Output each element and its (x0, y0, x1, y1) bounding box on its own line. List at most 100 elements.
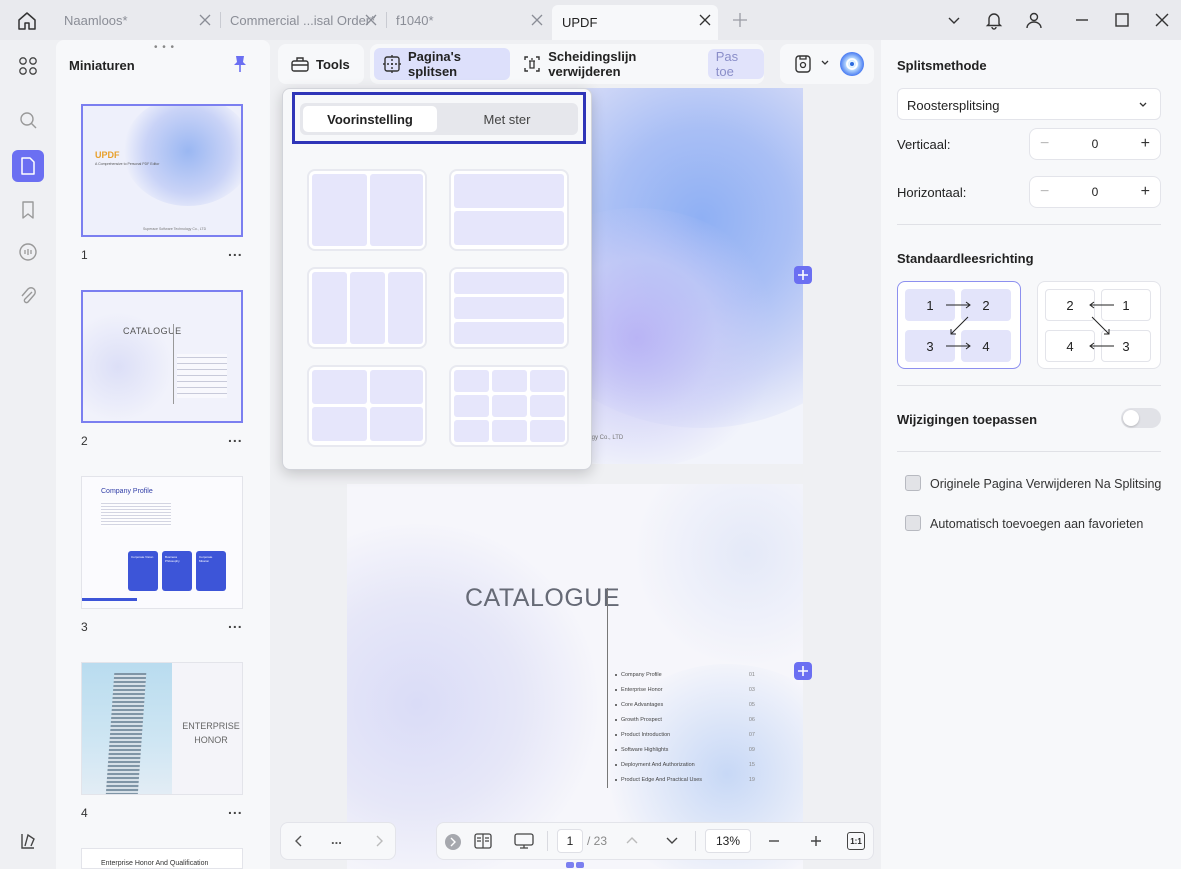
zoom-in-icon[interactable] (809, 834, 823, 848)
thumb-more-button[interactable]: ... (228, 801, 243, 817)
thumb-bar (82, 598, 137, 601)
add-divider-icon[interactable] (794, 266, 812, 284)
nav-bar-left: ... (280, 822, 396, 860)
thumbnail-page-5[interactable]: Enterprise Honor And Qualification (81, 848, 243, 869)
decrement-icon[interactable]: − (1040, 135, 1049, 153)
chevron-down-icon[interactable] (665, 836, 679, 846)
remove-divider-button[interactable]: Scheidingslijn verwijderen (514, 48, 703, 80)
preset-3-columns[interactable] (307, 267, 427, 349)
chevron-down-icon (1138, 100, 1148, 110)
delete-original-checkbox[interactable] (905, 475, 921, 491)
chevron-up-icon[interactable] (625, 835, 639, 845)
thumb-number: 3 (81, 620, 88, 634)
actual-size-button[interactable]: 1:1 (847, 832, 865, 850)
split-pages-button[interactable]: Pagina's splitsen (374, 48, 511, 80)
increment-icon[interactable]: + (1141, 135, 1150, 153)
search-icon[interactable] (16, 108, 40, 132)
drag-handle[interactable]: • • • (154, 42, 175, 53)
preset-3x3-grid[interactable] (449, 365, 569, 447)
maximize-icon[interactable] (1112, 10, 1132, 30)
chevron-left-icon[interactable] (293, 834, 305, 848)
apply-button[interactable]: Pas toe (707, 49, 764, 79)
thumb-heading: ENTERPRISE HONOR (182, 721, 240, 745)
apply-changes-toggle[interactable] (1121, 408, 1161, 428)
comment-icon[interactable] (16, 240, 40, 264)
page-footer: logy Co., LTD (587, 435, 624, 441)
tab-commercial[interactable]: Commercial ...isal Order* (220, 6, 384, 34)
more-button[interactable]: ... (331, 832, 342, 847)
thumb-number: 4 (81, 806, 88, 820)
decrement-icon[interactable]: − (1040, 183, 1049, 201)
thumb-text-lines (101, 501, 171, 527)
chevron-right-icon[interactable] (373, 834, 385, 848)
toolbar-split-group: Pagina's splitsen Scheidingslijn verwijd… (370, 44, 764, 84)
pages-icon[interactable] (12, 150, 44, 182)
grid-apps-icon[interactable] (16, 54, 40, 78)
split-preset-popup: Voorinstelling Met ster (282, 88, 592, 470)
tab-naamloos[interactable]: Naamloos* (54, 6, 218, 34)
preset-2-columns[interactable] (307, 169, 427, 251)
preset-3-rows[interactable] (449, 267, 569, 349)
chevron-down-icon[interactable] (944, 10, 964, 30)
add-favorites-checkbox[interactable] (905, 515, 921, 531)
toc-row: Software Highlights 09 (615, 747, 755, 753)
thumb-more-button[interactable]: ... (228, 615, 243, 631)
horizontal-stepper[interactable]: − 0 + (1029, 176, 1161, 208)
toc-row: Deployment And Authorization 15 (615, 762, 755, 768)
bookmark-icon[interactable] (16, 198, 40, 222)
toc-row: Core Advantages 05 (615, 702, 755, 708)
close-icon[interactable] (198, 13, 212, 27)
toolbar-tools-group: Tools (278, 44, 364, 84)
close-icon[interactable] (364, 13, 378, 27)
zoom-input[interactable]: 13% (705, 829, 751, 853)
thumb-heading: Company Profile (101, 488, 153, 495)
user-icon[interactable] (1024, 10, 1044, 30)
thumb-more-button[interactable]: ... (228, 243, 243, 259)
thumbnail-page-4[interactable]: ENTERPRISE HONOR (81, 662, 243, 795)
tab-f1040[interactable]: f1040* (386, 6, 550, 34)
split-method-select[interactable]: Roostersplitsing (897, 88, 1161, 120)
tab-starred[interactable]: Met ster (440, 106, 574, 132)
add-divider-icon[interactable] (794, 662, 812, 680)
pin-icon[interactable] (232, 55, 248, 73)
preset-2-rows[interactable] (449, 169, 569, 251)
drag-grip[interactable] (566, 861, 584, 869)
minimize-icon[interactable] (1072, 10, 1092, 30)
vertical-stepper[interactable]: − 0 + (1029, 128, 1161, 160)
tab-label: f1040* (396, 12, 434, 28)
reading-direction-ltr[interactable]: 1 2 3 4 (897, 281, 1021, 369)
horizontal-label: Horizontaal: (897, 185, 967, 200)
zoom-out-icon[interactable] (767, 834, 781, 848)
thumbnail-page-3[interactable]: Company Profile Corporate Vision Busines… (81, 476, 243, 609)
thumbnail-page-1[interactable]: UPDF A Comprehensive to Personal PDF Edi… (81, 104, 243, 237)
chevron-down-icon[interactable] (820, 58, 830, 68)
home-icon[interactable] (16, 10, 38, 32)
new-tab-icon[interactable] (732, 12, 748, 28)
close-icon[interactable] (530, 13, 544, 27)
preset-2x2-grid[interactable] (307, 365, 427, 447)
reading-direction-rtl[interactable]: 2 1 4 3 (1037, 281, 1161, 369)
layers-icon[interactable] (16, 829, 40, 853)
thumb-more-button[interactable]: ... (228, 429, 243, 445)
page-view-icon[interactable] (473, 832, 493, 850)
collapse-icon[interactable] (445, 834, 461, 850)
segmented-control: Voorinstelling Met ster (300, 103, 578, 135)
left-rail (0, 40, 56, 869)
vertical-value: 0 (1091, 137, 1099, 151)
thumbnail-page-2[interactable]: CATALOGUE (81, 290, 243, 423)
toc-label: Software Highlights (621, 747, 669, 753)
save-icon[interactable] (794, 54, 812, 74)
toc-label: Growth Prospect (621, 717, 662, 723)
toc-page: 06 (748, 717, 755, 723)
tab-preset[interactable]: Voorinstelling (303, 106, 437, 132)
tools-button[interactable]: Tools (282, 48, 358, 80)
page-number-input[interactable]: 1 (557, 829, 583, 853)
ai-assistant-icon[interactable] (840, 52, 864, 76)
increment-icon[interactable]: + (1141, 183, 1150, 201)
close-icon[interactable] (698, 13, 712, 27)
tab-updf[interactable]: UPDF (552, 5, 718, 40)
bell-icon[interactable] (984, 10, 1004, 30)
presentation-icon[interactable] (513, 832, 535, 850)
close-window-icon[interactable] (1152, 10, 1172, 30)
attachment-icon[interactable] (16, 284, 40, 308)
